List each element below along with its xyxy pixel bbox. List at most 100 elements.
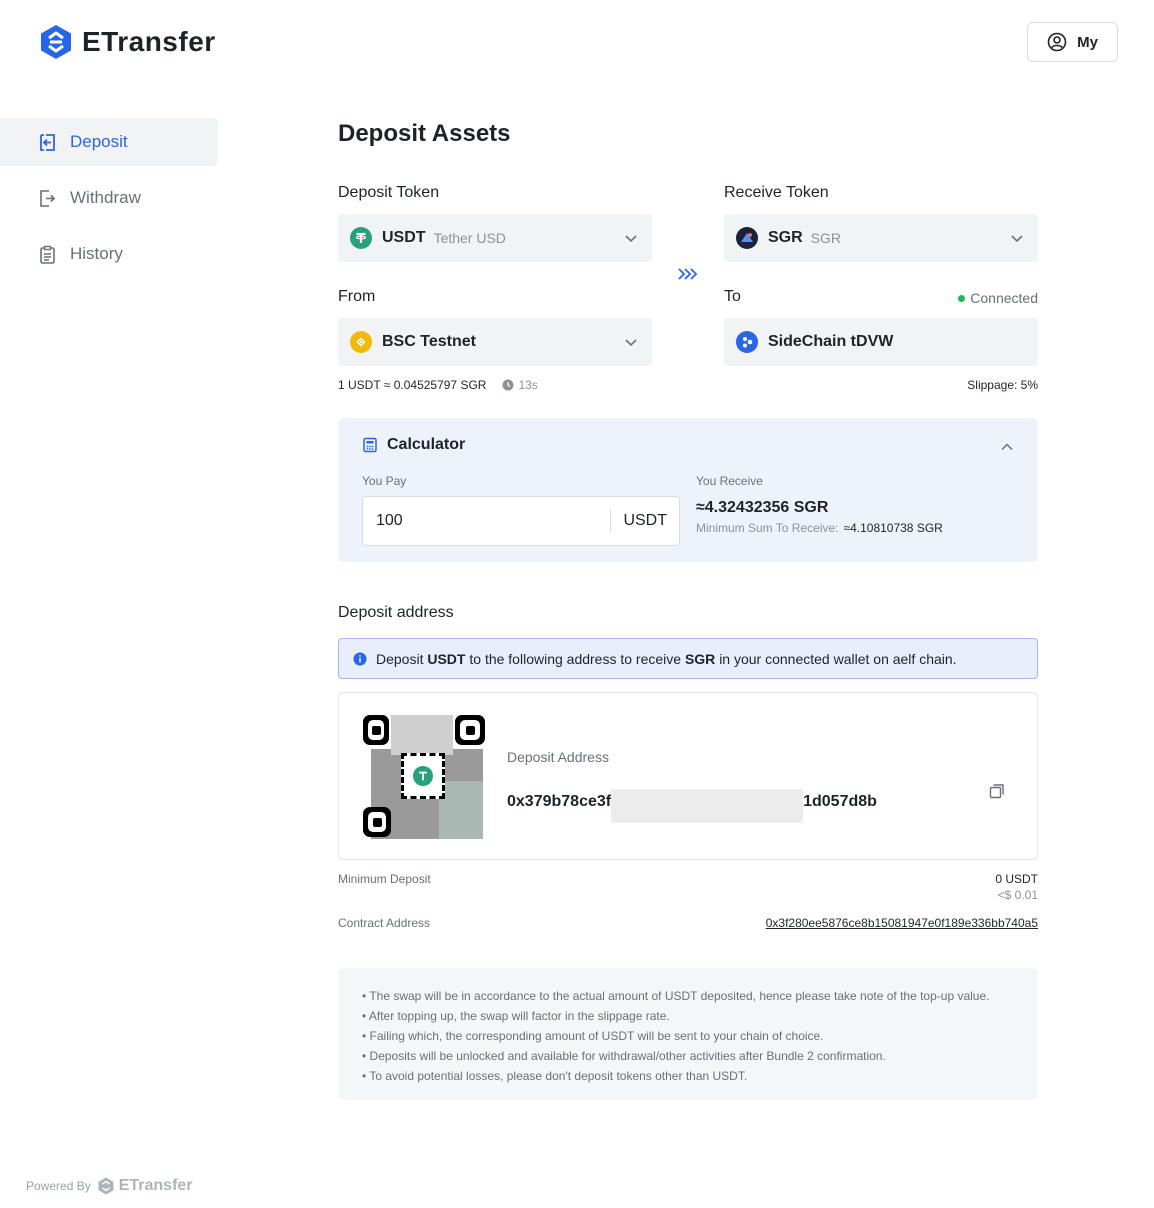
calculator-icon bbox=[363, 437, 377, 453]
info-prefix: Deposit bbox=[376, 650, 424, 667]
you-pay-unit: USDT bbox=[610, 510, 679, 532]
rate-refresh-timer: 13s bbox=[502, 378, 538, 392]
from-network-name: BSC Testnet bbox=[382, 333, 476, 350]
slippage-info: Slippage: 5% bbox=[967, 378, 1038, 392]
etransfer-logo-icon bbox=[98, 1177, 114, 1195]
chevron-down-icon bbox=[1011, 235, 1023, 243]
to-label: To bbox=[724, 288, 741, 305]
you-receive-label: You Receive bbox=[696, 474, 763, 488]
rate-refresh-time: 13s bbox=[518, 378, 538, 392]
history-icon bbox=[38, 245, 57, 264]
qr-blur-right bbox=[439, 781, 483, 839]
status-dot bbox=[958, 294, 966, 302]
sidebar-item-deposit[interactable]: Deposit bbox=[0, 118, 218, 166]
deposit-notes: • The swap will be in accordance to the … bbox=[338, 968, 1038, 1100]
user-circle-icon bbox=[1047, 32, 1067, 52]
deposit-icon bbox=[38, 133, 57, 152]
sidebar-nav: Deposit Withdraw History bbox=[0, 118, 218, 286]
deposit-token-name: Tether USD bbox=[433, 230, 506, 246]
chevron-up-icon[interactable] bbox=[1000, 440, 1014, 454]
footer-logo: ETransfer bbox=[97, 1177, 193, 1195]
qr-finder-top-right bbox=[455, 715, 485, 745]
receive-token-label: Receive Token bbox=[724, 184, 829, 201]
calculator-header[interactable]: Calculator bbox=[362, 436, 465, 454]
connection-status-label: Connected bbox=[970, 290, 1038, 306]
note-item: • After topping up, the swap will factor… bbox=[362, 1009, 670, 1023]
main-content: Deposit Assets Deposit Token USDT Tether… bbox=[338, 120, 1038, 1100]
address-end: 1d057d8b bbox=[803, 793, 877, 810]
receive-token-symbol: SGR bbox=[768, 229, 803, 246]
qr-blur-top bbox=[391, 715, 453, 755]
to-network-display: SideChain tDVW bbox=[724, 318, 1038, 366]
powered-by: Powered By ETransfer bbox=[26, 1177, 193, 1195]
min-receive-value: ≈4.10810738 SGR bbox=[843, 521, 943, 535]
note-item: • Deposits will be unlocked and availabl… bbox=[362, 1049, 886, 1063]
qr-code bbox=[363, 715, 491, 839]
minimum-deposit-usd: <$ 0.01 bbox=[997, 888, 1038, 902]
info-receive: SGR bbox=[684, 650, 716, 667]
address-start: 0x379b78ce3f bbox=[507, 793, 612, 810]
chevron-down-icon bbox=[625, 339, 637, 347]
calculator-panel: Calculator You Pay 100 USDT You Receive … bbox=[338, 418, 1038, 562]
deposit-token-label: Deposit Token bbox=[338, 184, 440, 201]
qr-finder-bottom-left bbox=[363, 807, 391, 837]
withdraw-icon bbox=[38, 189, 57, 208]
from-network-select[interactable]: BSC Testnet bbox=[338, 318, 652, 366]
copy-icon[interactable] bbox=[989, 783, 1005, 799]
you-pay-value[interactable]: 100 bbox=[363, 512, 610, 530]
sidebar-item-withdraw[interactable]: Withdraw bbox=[0, 174, 218, 222]
deposit-info-text: Deposit USDT to the following address to… bbox=[376, 651, 957, 667]
calculator-title: Calculator bbox=[387, 436, 466, 453]
deposit-address-title: Deposit address bbox=[338, 604, 454, 621]
note-item: • To avoid potential losses, please don'… bbox=[362, 1069, 748, 1083]
minimum-deposit-label: Minimum Deposit bbox=[338, 872, 431, 886]
min-receive-label: Minimum Sum To Receive: bbox=[696, 521, 839, 535]
note-item: • The swap will be in accordance to the … bbox=[362, 989, 990, 1003]
sgr-icon bbox=[736, 227, 758, 249]
brand-logo[interactable]: ETransfer bbox=[38, 24, 216, 60]
deposit-address-card: Deposit Address 0x379b78ce3f 1d057d8b bbox=[338, 692, 1038, 860]
address-redacted bbox=[611, 789, 804, 823]
qr-center bbox=[401, 753, 445, 799]
aelf-icon bbox=[736, 331, 758, 353]
minimum-receive-row: Minimum Sum To Receive: ≈4.10810738 SGR bbox=[696, 521, 943, 535]
you-pay-label: You Pay bbox=[362, 474, 407, 488]
contract-address-label: Contract Address bbox=[338, 916, 431, 930]
you-receive-value: ≈4.32432356 SGR bbox=[696, 499, 829, 516]
my-account-button[interactable]: My bbox=[1027, 22, 1118, 62]
exchange-rate: 1 USDT ≈ 0.04525797 SGR bbox=[338, 378, 487, 392]
info-suffix: in your connected wallet on aelf chain. bbox=[719, 650, 957, 667]
sidebar-item-label: History bbox=[70, 244, 123, 263]
my-button-label: My bbox=[1077, 33, 1098, 51]
deposit-address-value[interactable]: 0x379b78ce3f 1d057d8b bbox=[507, 781, 877, 823]
receive-token-name: SGR bbox=[810, 230, 842, 246]
powered-by-label: Powered By bbox=[26, 1179, 91, 1193]
deposit-token-select[interactable]: USDT Tether USD bbox=[338, 214, 652, 262]
minimum-deposit-value: 0 USDT bbox=[995, 872, 1038, 886]
sidebar-item-label: Withdraw bbox=[70, 188, 141, 207]
footer-brand: ETransfer bbox=[118, 1177, 193, 1194]
contract-address-link[interactable]: 0x3f280ee5876ce8b15081947e0f189e336bb740… bbox=[766, 916, 1038, 930]
note-item: • Failing which, the corresponding amoun… bbox=[362, 1029, 824, 1043]
brand-name: ETransfer bbox=[82, 26, 216, 57]
usdt-icon bbox=[413, 766, 433, 786]
qr-finder-top-left bbox=[363, 715, 389, 745]
receive-token-select[interactable]: SGR SGR bbox=[724, 214, 1038, 262]
chevron-down-icon bbox=[625, 235, 637, 243]
clock-icon bbox=[502, 379, 514, 391]
page-title: Deposit Assets bbox=[338, 120, 511, 147]
sidebar-item-label: Deposit bbox=[70, 132, 128, 151]
from-label: From bbox=[338, 288, 376, 305]
etransfer-logo-icon bbox=[41, 25, 71, 59]
connection-status: Connected bbox=[958, 290, 1038, 306]
sidebar-item-history[interactable]: History bbox=[0, 230, 218, 278]
exchange-rate-row: 1 USDT ≈ 0.04525797 SGR 13s bbox=[338, 378, 538, 392]
usdt-icon bbox=[350, 227, 372, 249]
double-arrow-right-icon bbox=[678, 268, 698, 280]
info-token: USDT bbox=[427, 650, 466, 667]
deposit-token-symbol: USDT bbox=[382, 229, 426, 246]
bnb-icon bbox=[350, 331, 372, 353]
deposit-info-banner: Deposit USDT to the following address to… bbox=[338, 638, 1038, 679]
info-icon bbox=[353, 652, 367, 665]
you-pay-input[interactable]: 100 USDT bbox=[362, 496, 680, 546]
